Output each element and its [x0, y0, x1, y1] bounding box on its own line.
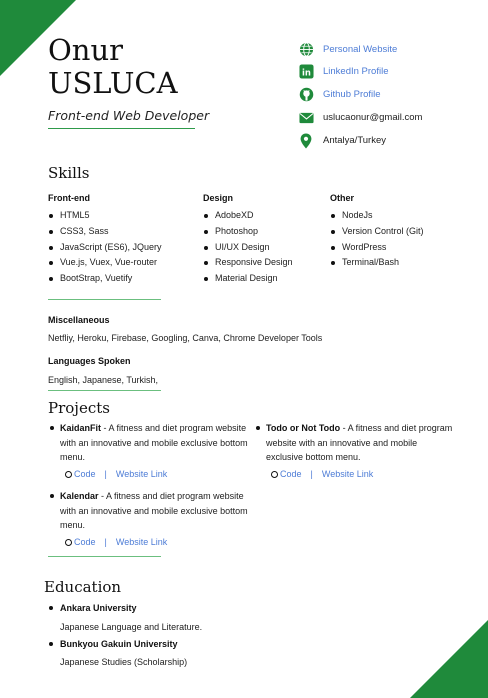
github-icon [298, 87, 314, 103]
skills-divider [48, 299, 161, 300]
link-separator: | [310, 468, 313, 479]
location-text: Antalya/Turkey [323, 135, 387, 147]
website-link[interactable]: Website Link [322, 469, 373, 479]
skill-item: HTML5 [48, 208, 162, 224]
projects-divider [48, 556, 161, 557]
project-todo: Todo or Not Todo - A fitness and diet pr… [254, 421, 454, 481]
project-links: Code | Website Link [48, 535, 248, 549]
design-skills-list: AdobeXD Photoshop UI/UX Design Responsiv… [203, 208, 293, 287]
design-heading: Design [203, 193, 234, 203]
skills-heading: Skills [48, 164, 90, 182]
miscellaneous-text: Netfliy, Heroku, Firebase, Googling, Can… [48, 333, 323, 343]
linkedin-icon: in [298, 64, 314, 80]
project-kaidanfit: KaidanFit - A fitness and diet program w… [48, 421, 248, 481]
skill-item: BootStrap, Vuetify [48, 271, 162, 287]
skill-item: JavaScript (ES6), JQuery [48, 240, 162, 256]
full-name: Onur USLUCA [48, 34, 178, 100]
skill-item: Version Control (Git) [330, 224, 424, 240]
project-name: Todo or Not Todo [266, 423, 341, 433]
other-skills-list: NodeJs Version Control (Git) WordPress T… [330, 208, 424, 271]
education-item: Bunkyou Gakuin University Japanese Studi… [48, 637, 348, 669]
skill-item: Material Design [203, 271, 293, 287]
skill-item: UI/UX Design [203, 240, 293, 256]
globe-icon [298, 41, 314, 57]
project-name: KaidanFit [60, 423, 102, 433]
contact-github: Github Profile [298, 84, 483, 106]
code-link[interactable]: Code [74, 537, 96, 547]
miscellaneous-heading: Miscellaneous [48, 315, 110, 325]
job-title: Front-end Web Developer [48, 108, 210, 123]
education-heading: Education [44, 578, 122, 596]
skill-item: Terminal/Bash [330, 255, 424, 271]
frontend-skills-list: HTML5 CSS3, Sass JavaScript (ES6), JQuer… [48, 208, 162, 287]
website-link[interactable]: Website Link [116, 469, 167, 479]
skill-item: Photoshop [203, 224, 293, 240]
other-heading: Other [330, 193, 355, 203]
skill-item: NodeJs [330, 208, 424, 224]
email-icon [298, 110, 314, 126]
project-item: Todo or Not Todo - A fitness and diet pr… [254, 421, 454, 465]
last-name: USLUCA [48, 66, 178, 100]
contact-location: Antalya/Turkey [298, 130, 483, 152]
skill-item: Vue.js, Vuex, Vue-router [48, 255, 162, 271]
contact-email: uslucaonur@gmail.com [298, 107, 483, 129]
frontend-heading: Front-end [48, 193, 90, 203]
title-divider [48, 128, 195, 129]
code-link[interactable]: Code [280, 469, 302, 479]
link-separator: | [104, 536, 107, 547]
map-pin-icon [298, 133, 314, 149]
education-list: Ankara University Japanese Language and … [48, 601, 348, 669]
linkedin-profile-link[interactable]: LinkedIn Profile [323, 66, 388, 77]
skill-item: WordPress [330, 240, 424, 256]
code-link[interactable]: Code [74, 469, 96, 479]
link-separator: | [104, 468, 107, 479]
education-item: Ankara University Japanese Language and … [48, 601, 348, 634]
skill-item: Responsive Design [203, 255, 293, 271]
project-item: KaidanFit - A fitness and diet program w… [48, 421, 248, 465]
languages-heading: Languages Spoken [48, 356, 131, 366]
project-links: Code | Website Link [48, 467, 248, 481]
school-department: Japanese Studies (Scholarship) [60, 657, 188, 667]
contact-linkedin: in LinkedIn Profile [298, 61, 483, 83]
project-links: Code | Website Link [254, 467, 454, 481]
school-name: Ankara University [48, 601, 348, 615]
skill-item: CSS3, Sass [48, 224, 162, 240]
projects-heading: Projects [48, 399, 110, 417]
svg-text:in: in [302, 68, 311, 78]
contact-website: Personal Website [298, 38, 483, 60]
personal-website-link[interactable]: Personal Website [323, 44, 397, 55]
project-kalendar: Kalendar - A fitness and diet program we… [48, 489, 248, 549]
website-link[interactable]: Website Link [116, 537, 167, 547]
project-name: Kalendar [60, 491, 99, 501]
contact-list: Personal Website in LinkedIn Profile Git… [298, 38, 483, 152]
first-name: Onur [48, 33, 123, 67]
corner-decoration-bottom-right [410, 620, 488, 698]
skill-item: AdobeXD [203, 208, 293, 224]
project-item: Kalendar - A fitness and diet program we… [48, 489, 248, 533]
languages-text: English, Japanese, Turkish, [48, 375, 159, 385]
email-address: uslucaonur@gmail.com [323, 112, 423, 124]
languages-divider [48, 390, 161, 391]
github-profile-link[interactable]: Github Profile [323, 89, 381, 100]
school-name: Bunkyou Gakuin University [48, 637, 348, 651]
school-department: Japanese Language and Literature. [60, 622, 203, 632]
